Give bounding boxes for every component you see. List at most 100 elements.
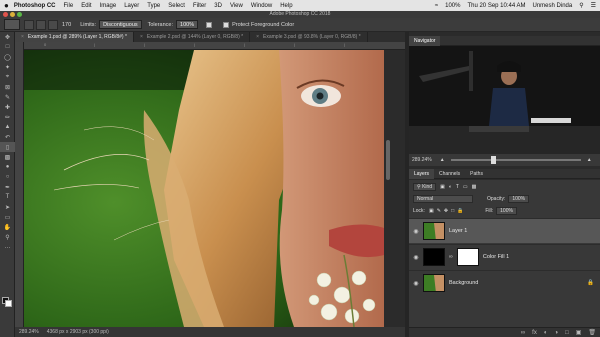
lock-icon[interactable]: 🔒 <box>587 280 594 286</box>
zoom-tool-icon[interactable]: ⚲ <box>0 232 15 242</box>
menu-edit[interactable]: Edit <box>81 3 91 9</box>
menu-layer[interactable]: Layer <box>124 3 139 9</box>
eye-icon[interactable]: ◉ <box>409 254 423 261</box>
scrollbar-thumb[interactable] <box>386 140 390 180</box>
shape-tool-icon[interactable]: ▭ <box>0 212 15 222</box>
lasso-tool-icon[interactable]: ◯ <box>0 52 15 62</box>
pen-tool-icon[interactable]: ✒ <box>0 182 15 192</box>
layer-style-icon[interactable]: fx <box>532 330 537 336</box>
tab-example-3[interactable]: × Example 3.psd @ 93.8% (Layer 0, RGB/8)… <box>250 32 368 42</box>
eye-icon[interactable]: ◉ <box>409 280 423 287</box>
tab-navigator[interactable]: Navigator <box>409 35 441 46</box>
lock-pixels-icon[interactable]: ▣ <box>429 208 434 214</box>
brush-size[interactable]: 170 <box>62 22 71 28</box>
filter-pixel-icon[interactable]: ▣ <box>440 184 445 190</box>
link-icon[interactable]: ∞ <box>449 254 453 260</box>
type-tool-icon[interactable]: T <box>0 192 15 202</box>
marquee-tool-icon[interactable]: □ <box>0 42 15 52</box>
fill-field[interactable]: 100% <box>496 207 517 215</box>
sampling-once-icon[interactable] <box>48 19 58 30</box>
sampling-continuous-icon[interactable] <box>36 19 46 30</box>
link-layers-icon[interactable]: ∞ <box>521 330 525 336</box>
brush-mode-icon[interactable] <box>24 19 34 30</box>
history-brush-tool-icon[interactable]: ↶ <box>0 132 15 142</box>
menu-window[interactable]: Window <box>251 3 272 9</box>
lock-position-icon[interactable]: ✥ <box>444 208 448 214</box>
layer-row-layer-1[interactable]: ◉ Layer 1 <box>409 218 600 243</box>
menu-3d[interactable]: 3D <box>214 3 222 9</box>
zoom-icon[interactable] <box>17 12 22 17</box>
filter-smart-icon[interactable]: ▩ <box>472 184 477 190</box>
brush-tool-icon[interactable]: ✏ <box>0 112 15 122</box>
menu-app[interactable]: Photoshop CC <box>14 3 56 9</box>
tool-preset-picker[interactable] <box>4 19 20 30</box>
background-color-swatch[interactable] <box>5 300 12 307</box>
new-adjustment-icon[interactable]: ◑ <box>554 330 558 336</box>
menu-file[interactable]: File <box>64 3 74 9</box>
gradient-tool-icon[interactable]: ▩ <box>0 152 15 162</box>
layer-row-background[interactable]: ◉ Background 🔒 <box>409 270 600 295</box>
layer-row-color-fill-1[interactable]: ◉ ∞ Color Fill 1 <box>409 244 600 269</box>
minimize-icon[interactable] <box>10 12 15 17</box>
limits-select[interactable]: Discontiguous <box>99 20 142 29</box>
filter-type-icon[interactable]: T <box>456 184 459 190</box>
lock-all-icon[interactable]: 🔒 <box>457 208 463 214</box>
menu-view[interactable]: View <box>230 3 243 9</box>
menu-image[interactable]: Image <box>100 3 117 9</box>
vertical-ruler[interactable] <box>15 42 24 327</box>
opacity-field[interactable]: 100% <box>508 195 530 203</box>
eyedropper-tool-icon[interactable]: ✎ <box>0 92 15 102</box>
new-layer-icon[interactable]: ▣ <box>576 329 582 336</box>
clone-stamp-tool-icon[interactable]: ▲ <box>0 122 15 132</box>
clock[interactable]: Thu 20 Sep 10:44 AM <box>467 3 525 9</box>
tolerance-field[interactable]: 100% <box>176 20 199 29</box>
protect-foreground-checkbox[interactable] <box>223 21 230 28</box>
search-icon[interactable]: ⚲ <box>579 2 583 9</box>
menu-type[interactable]: Type <box>147 3 160 9</box>
add-mask-icon[interactable]: ◐ <box>544 330 548 336</box>
lock-paint-icon[interactable]: ✎ <box>437 208 441 214</box>
tab-example-1[interactable]: × Example 1.psd @ 289% (Layer 1, RGB/8#)… <box>15 32 134 42</box>
user-name[interactable]: Unmesh Dinda <box>533 3 573 9</box>
zoom-slider-knob[interactable] <box>490 156 496 164</box>
eye-icon[interactable]: ◉ <box>409 228 423 235</box>
menu-filter[interactable]: Filter <box>193 3 206 9</box>
apple-icon[interactable]: ● <box>4 1 9 10</box>
crop-tool-icon[interactable]: ⌖ <box>0 72 15 82</box>
layer-name[interactable]: Background <box>449 280 478 286</box>
tab-paths[interactable]: Paths <box>465 169 488 179</box>
more-tools-icon[interactable]: … <box>0 242 15 252</box>
navigator-zoom-slider[interactable] <box>450 156 581 164</box>
eraser-tool-icon[interactable]: ▯ <box>0 142 15 152</box>
menu-select[interactable]: Select <box>168 3 185 9</box>
close-tab-icon[interactable]: × <box>140 34 143 40</box>
close-tab-icon[interactable]: × <box>256 34 259 40</box>
lock-artboard-icon[interactable]: □ <box>451 208 454 214</box>
healing-brush-tool-icon[interactable]: ✚ <box>0 102 15 112</box>
frame-tool-icon[interactable]: ⊠ <box>0 82 15 92</box>
zoom-level[interactable]: 289.24% <box>19 329 39 335</box>
path-select-tool-icon[interactable]: ➤ <box>0 202 15 212</box>
document-info[interactable]: 4368 px x 2903 px (300 ppi) <box>47 329 109 335</box>
document-canvas[interactable] <box>24 50 384 327</box>
layer-name[interactable]: Color Fill 1 <box>483 254 509 260</box>
close-tab-icon[interactable]: × <box>21 34 24 40</box>
tab-example-2[interactable]: × Example 2.psd @ 144% (Layer 0, RGB/8) … <box>134 32 251 42</box>
tab-layers[interactable]: Layers <box>409 168 435 179</box>
menu-help[interactable]: Help <box>280 3 292 9</box>
close-icon[interactable] <box>3 12 8 17</box>
blur-tool-icon[interactable]: ● <box>0 162 15 172</box>
wifi-icon[interactable]: ≈ <box>435 3 438 9</box>
filter-adjustment-icon[interactable]: ◐ <box>449 184 452 190</box>
dodge-tool-icon[interactable]: ○ <box>0 172 15 182</box>
zoom-in-icon[interactable]: ▲ <box>587 157 592 163</box>
blend-mode-select[interactable]: Normal <box>413 195 473 203</box>
hand-tool-icon[interactable]: ✋ <box>0 222 15 232</box>
horizontal-ruler[interactable]: 0 | | | | | | <box>24 42 405 50</box>
filter-shape-icon[interactable]: ▭ <box>463 184 468 190</box>
battery-level[interactable]: 100% <box>445 3 460 9</box>
list-icon[interactable]: ☰ <box>591 2 596 9</box>
navigator-preview[interactable] <box>409 46 600 154</box>
trash-icon[interactable]: 🗑 <box>588 329 596 336</box>
navigator-zoom-value[interactable]: 289.24% <box>412 157 432 163</box>
